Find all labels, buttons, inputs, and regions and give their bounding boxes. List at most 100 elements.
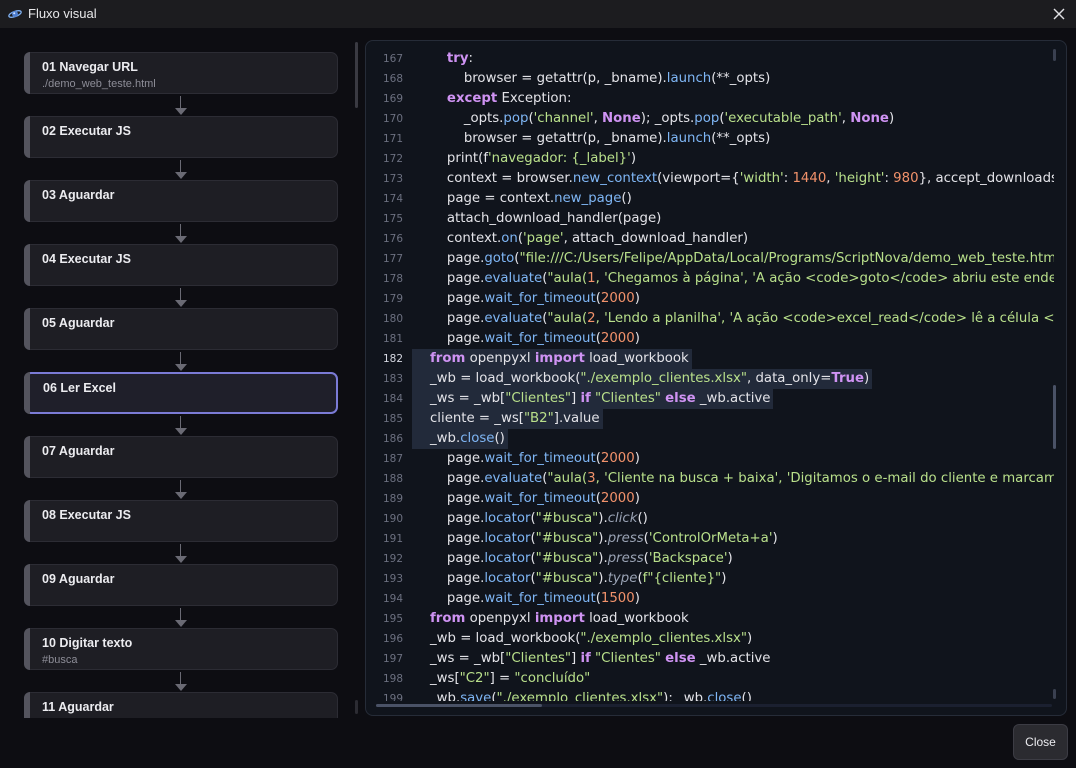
code-token: wait_for_timeout bbox=[484, 451, 596, 466]
code-line: 196 _wb = load_workbook("./exemplo_client… bbox=[366, 629, 1054, 649]
code-token: ). bbox=[598, 511, 608, 526]
code-token: ) bbox=[634, 331, 640, 346]
flow-step[interactable]: 06 Ler Excel bbox=[24, 372, 338, 414]
code-text: page.wait_for_timeout(2000) bbox=[430, 329, 640, 349]
flow-step[interactable]: 11 Aguardar bbox=[24, 692, 338, 718]
line-number: 188 bbox=[382, 473, 403, 485]
code-token: ) bbox=[888, 111, 895, 126]
code-token: load_workbook bbox=[584, 351, 689, 366]
code-token: , bbox=[841, 111, 851, 126]
code-token: import bbox=[534, 351, 585, 366]
flow-step[interactable]: 01 Navegar URL ./demo_web_teste.html bbox=[24, 52, 338, 94]
line-number: 196 bbox=[382, 633, 403, 645]
code-token: "./exemplo_clientes.xlsx" bbox=[580, 371, 748, 386]
code-token: "concluído" bbox=[514, 671, 591, 686]
code-token: 'Backspace' bbox=[648, 551, 728, 566]
code-token: page. bbox=[430, 251, 485, 266]
code-text: try: bbox=[430, 49, 473, 69]
code-token: locator bbox=[484, 531, 531, 546]
flow-step[interactable]: 02 Executar JS bbox=[24, 116, 338, 158]
code-token: openpyxl bbox=[465, 611, 535, 626]
code-token: "#busca" bbox=[535, 571, 599, 586]
code-vertical-scroll-up[interactable] bbox=[1053, 49, 1056, 61]
code-token: 2000 bbox=[600, 451, 635, 466]
code-line: 168 browser = getattr(p, _bname).launch(… bbox=[366, 69, 1054, 89]
code-token: from bbox=[430, 351, 466, 366]
code-text: _wb.save("./exemplo_clientes.xlsx"); _wb… bbox=[430, 689, 752, 701]
flow-step[interactable]: 10 Digitar texto #busca bbox=[24, 628, 338, 670]
selection-gutter bbox=[412, 409, 430, 429]
code-token: 1500 bbox=[600, 591, 635, 606]
flow-step-detail: ./demo_web_teste.html bbox=[42, 78, 156, 90]
code-vertical-scroll-down[interactable] bbox=[1053, 689, 1056, 699]
code-token: on bbox=[501, 231, 518, 246]
code-token: "#busca" bbox=[535, 531, 599, 546]
code-text: cliente = _ws["B2"].value bbox=[430, 409, 603, 429]
code-token: 1440 bbox=[792, 171, 827, 186]
code-token: True bbox=[831, 371, 865, 386]
flow-step-label: 08 Executar JS bbox=[42, 508, 131, 522]
line-number: 183 bbox=[382, 373, 403, 385]
line-number: 174 bbox=[382, 193, 403, 205]
line-number: 181 bbox=[382, 333, 403, 345]
flow-step[interactable]: 07 Aguardar bbox=[24, 436, 338, 478]
steps-scrollbar-thumb[interactable] bbox=[355, 42, 358, 108]
flow-step-label: 04 Executar JS bbox=[42, 252, 131, 266]
line-number: 180 bbox=[382, 313, 403, 325]
flow-step[interactable]: 05 Aguardar bbox=[24, 308, 338, 350]
code-token: launch bbox=[666, 71, 712, 86]
code-text: page.evaluate("aula(3, 'Cliente na busca… bbox=[430, 469, 1054, 489]
code-token: ). bbox=[598, 551, 608, 566]
flow-step[interactable]: 03 Aguardar bbox=[24, 180, 338, 222]
code-line: 194 page.wait_for_timeout(1500) bbox=[366, 589, 1054, 609]
code-token: locator bbox=[484, 511, 531, 526]
code-token: ) bbox=[772, 531, 778, 546]
code-horizontal-scrollbar-thumb[interactable] bbox=[376, 704, 542, 707]
code-text: page.locator("#busca").click() bbox=[430, 509, 648, 529]
code-token: load_workbook bbox=[584, 611, 689, 626]
code-token: from bbox=[430, 611, 466, 626]
code-token: openpyxl bbox=[465, 351, 535, 366]
code-line: 177 page.goto("file:///C:/Users/Felipe/A… bbox=[366, 249, 1054, 269]
code-token: "#busca" bbox=[535, 511, 599, 526]
code-token: wait_for_timeout bbox=[484, 331, 596, 346]
code-token: page. bbox=[430, 591, 485, 606]
code-line: 182 from openpyxl import load_workbook bbox=[366, 349, 1054, 369]
code-line: 184 _ws = _wb["Clientes"] if "Clientes" e… bbox=[366, 389, 1054, 409]
code-token: if bbox=[580, 391, 591, 406]
code-horizontal-scrollbar[interactable] bbox=[376, 704, 1052, 707]
code-text: page.locator("#busca").type(f"{cliente}"… bbox=[430, 569, 726, 589]
code-token: ) bbox=[634, 451, 640, 466]
flow-arrow-icon bbox=[175, 556, 187, 563]
code-token: attach_download_handler(page) bbox=[430, 211, 662, 226]
code-token: None bbox=[602, 111, 641, 126]
code-text: context = browser.new_context(viewport={… bbox=[430, 169, 1054, 189]
code-line: 195 from openpyxl import load_workbook bbox=[366, 609, 1054, 629]
close-window-icon[interactable] bbox=[1048, 3, 1070, 25]
flow-step-label: 01 Navegar URL bbox=[42, 60, 138, 74]
code-token: 2000 bbox=[600, 291, 635, 306]
code-line: 172 print(f'navegador: {_label}') bbox=[366, 149, 1054, 169]
flow-step[interactable]: 08 Executar JS bbox=[24, 500, 338, 542]
code-token: goto bbox=[484, 251, 515, 266]
flow-step[interactable]: 04 Executar JS bbox=[24, 244, 338, 286]
code-token: ) bbox=[634, 591, 640, 606]
code-line: 193 page.locator("#busca").type(f"{clien… bbox=[366, 569, 1054, 589]
code-token: "./exemplo_clientes.xlsx" bbox=[496, 691, 664, 701]
app-logo-icon bbox=[8, 10, 22, 18]
code-token: "Clientes" bbox=[595, 651, 661, 666]
code-token: pop bbox=[503, 111, 529, 126]
code-token: ] = bbox=[489, 671, 515, 686]
flow-step[interactable]: 09 Aguardar bbox=[24, 564, 338, 606]
code-token: if bbox=[580, 651, 591, 666]
code-token: page. bbox=[430, 451, 485, 466]
code-token: "Clientes" bbox=[505, 391, 572, 406]
code-token: _wb.active bbox=[695, 391, 771, 406]
code-viewer[interactable]: 167 try: 168 browser = getattr(p, _bname)… bbox=[365, 40, 1067, 716]
code-token: ) bbox=[727, 551, 733, 566]
close-button[interactable]: Close bbox=[1013, 724, 1068, 760]
code-token: pop bbox=[694, 111, 720, 126]
code-vertical-scrollbar-thumb[interactable] bbox=[1053, 385, 1056, 449]
code-lines: 167 try: 168 browser = getattr(p, _bname)… bbox=[366, 49, 1054, 701]
code-token: _ws = _wb[ bbox=[430, 651, 506, 666]
